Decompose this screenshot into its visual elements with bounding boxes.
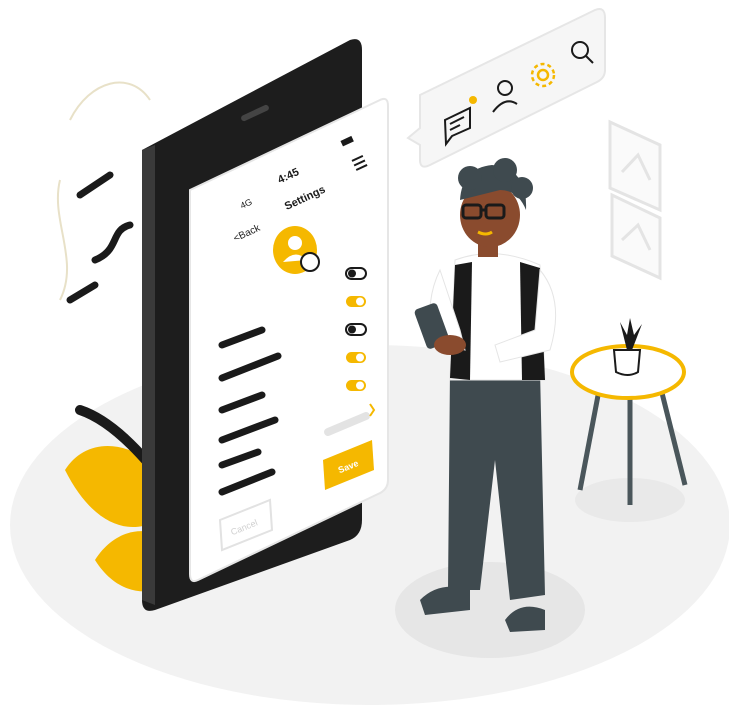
toggle-3[interactable] xyxy=(345,323,367,336)
toggle-1[interactable] xyxy=(345,267,367,280)
toggle-4[interactable] xyxy=(346,352,366,363)
phone: 4G 4:45 <Back Settings Save Cancel xyxy=(142,39,389,611)
toggle-5[interactable] xyxy=(346,380,366,391)
doodle-lines xyxy=(66,171,134,304)
illustration: 4G 4:45 <Back Settings Save Cancel xyxy=(10,8,729,705)
doodle-faint xyxy=(56,81,151,301)
phone-side xyxy=(142,145,155,605)
floating-toolbar xyxy=(406,8,606,168)
gear-icon xyxy=(300,252,320,272)
wall-frames xyxy=(608,119,662,281)
toggle-2[interactable] xyxy=(346,296,366,307)
